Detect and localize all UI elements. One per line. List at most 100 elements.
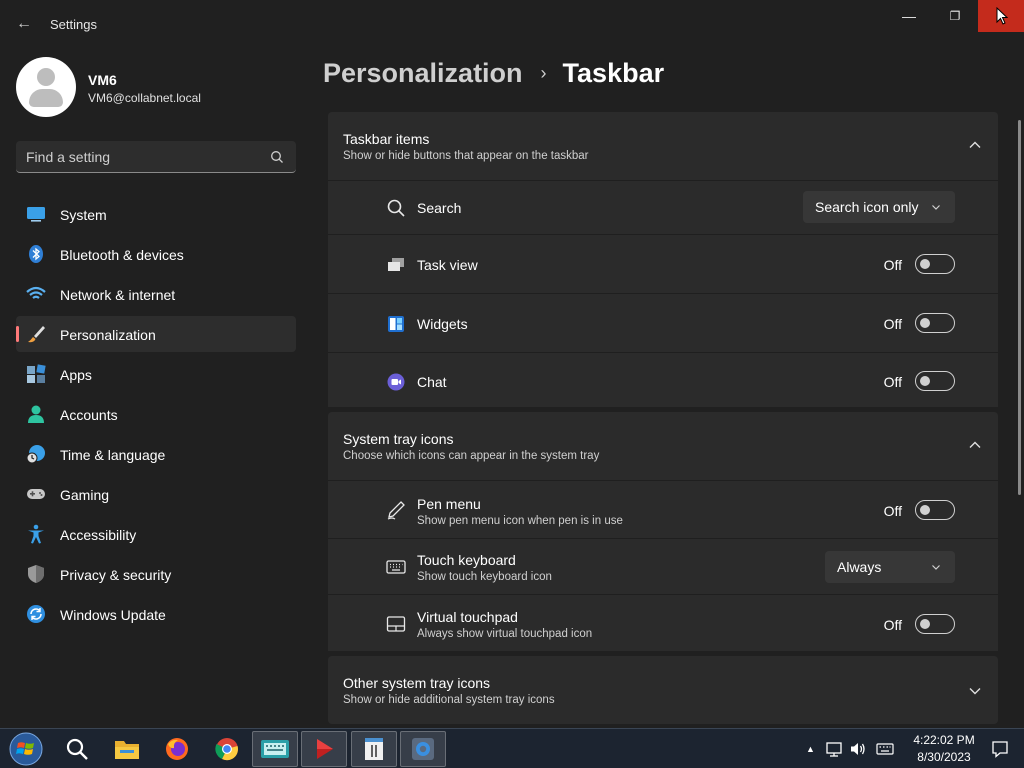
wifi-icon [26, 286, 46, 299]
sidebar-item-label: Windows Update [60, 607, 166, 623]
taskbar-file-explorer[interactable] [104, 731, 150, 767]
other-tray-section[interactable]: Other system tray icons Show or hide add… [328, 656, 998, 724]
taskbar-notepad[interactable] [351, 731, 397, 767]
chevron-up-icon[interactable] [968, 138, 982, 152]
chat-icon [387, 373, 405, 391]
pen-icon [387, 501, 405, 520]
sidebar-item-gaming[interactable]: Gaming [16, 476, 296, 512]
search-mode-dropdown[interactable]: Search icon only [803, 191, 955, 223]
sidebar-item-network[interactable]: Network & internet [16, 276, 296, 312]
volume-icon[interactable] [849, 740, 867, 758]
keyboard-icon [386, 560, 406, 574]
section-subtitle: Show or hide buttons that appear on the … [343, 150, 589, 162]
sidebar-item-label: System [60, 207, 107, 223]
shield-icon [28, 565, 44, 583]
sidebar-item-label: Time & language [60, 447, 166, 463]
touch-keyboard-dropdown[interactable]: Always [825, 551, 955, 583]
mouse-cursor-icon [996, 7, 1008, 25]
section-subtitle: Choose which icons can appear in the sys… [343, 450, 600, 462]
search-input[interactable] [26, 141, 266, 172]
system-tray: ▲ [806, 729, 894, 768]
widgets-row: Widgets Off [328, 293, 998, 352]
search-icon [387, 199, 405, 217]
maximize-button[interactable]: ❐ [932, 0, 978, 32]
chat-toggle[interactable] [915, 371, 955, 391]
pen-menu-description: Show pen menu icon when pen is in use [417, 515, 623, 527]
task-view-label: Task view [417, 257, 478, 273]
start-button[interactable] [3, 731, 49, 767]
back-button[interactable]: ← [10, 12, 38, 36]
title-bar: ← Settings — ❐ [0, 0, 1024, 48]
taskbar-chrome[interactable] [204, 731, 250, 767]
chevron-up-icon[interactable] [968, 438, 982, 452]
brush-icon [28, 326, 45, 343]
app-title: Settings [50, 17, 97, 32]
chevron-down-icon[interactable] [968, 684, 982, 698]
taskbar-firefox[interactable] [154, 731, 200, 767]
sidebar-item-time-language[interactable]: Time & language [16, 436, 296, 472]
taskbar-search-button[interactable] [54, 731, 100, 767]
sidebar-item-windows-update[interactable]: Windows Update [16, 596, 296, 632]
accessibility-icon [28, 524, 44, 544]
pen-menu-label: Pen menu [417, 496, 481, 512]
widgets-icon [388, 316, 404, 332]
search-icon [66, 738, 88, 760]
chevron-down-icon [932, 205, 940, 210]
system-tray-header[interactable]: System tray icons Choose which icons can… [328, 412, 998, 480]
file-explorer-icon [115, 741, 139, 759]
other-tray-header[interactable]: Other system tray icons Show or hide add… [328, 656, 998, 724]
minimize-button[interactable]: — [886, 0, 932, 32]
virtual-touchpad-toggle[interactable] [915, 614, 955, 634]
dropdown-value: Search icon only [815, 199, 919, 215]
sidebar-item-bluetooth[interactable]: Bluetooth & devices [16, 236, 296, 272]
user-name: VM6 [88, 72, 117, 88]
notification-icon [992, 741, 1008, 758]
globe-clock-icon [26, 445, 45, 464]
action-center-flag-icon[interactable] [825, 740, 843, 758]
taskbar-settings[interactable] [400, 731, 446, 767]
notifications-button[interactable] [990, 729, 1010, 768]
back-arrow-icon: ← [16, 15, 32, 32]
task-view-state: Off [883, 257, 902, 273]
sidebar-item-label: Personalization [60, 327, 156, 343]
clock-date: 8/30/2023 [917, 750, 971, 764]
scrollbar[interactable] [1018, 120, 1021, 495]
task-view-row: Task view Off [328, 234, 998, 293]
sidebar-item-accessibility[interactable]: Accessibility [16, 516, 296, 552]
avatar [16, 57, 76, 117]
chat-label: Chat [417, 374, 447, 390]
sidebar-item-label: Network & internet [60, 287, 176, 303]
search-icon[interactable] [270, 150, 284, 164]
taskbar-items-section: Taskbar items Show or hide buttons that … [328, 112, 998, 407]
sidebar-item-apps[interactable]: Apps [16, 356, 296, 392]
chevron-down-icon [932, 565, 940, 570]
show-hidden-icons-icon[interactable]: ▲ [806, 744, 815, 754]
sidebar-item-system[interactable]: System [16, 196, 296, 232]
sidebar-item-accounts[interactable]: Accounts [16, 396, 296, 432]
page-title: Taskbar [562, 58, 665, 88]
virtual-touchpad-state: Off [883, 617, 902, 633]
os-taskbar: ▲ 4:22:02 PM 8/30/2023 [0, 728, 1024, 768]
breadcrumb: Personalization › Taskbar [323, 58, 664, 89]
media-player-icon [317, 739, 333, 759]
task-view-toggle[interactable] [915, 254, 955, 274]
keyboard-icon[interactable] [876, 740, 894, 758]
pen-menu-toggle[interactable] [915, 500, 955, 520]
section-title: Other system tray icons [343, 675, 491, 691]
breadcrumb-parent[interactable]: Personalization [323, 58, 523, 89]
sidebar-item-privacy[interactable]: Privacy & security [16, 556, 296, 592]
taskbar-items-header[interactable]: Taskbar items Show or hide buttons that … [328, 112, 998, 180]
section-title: Taskbar items [343, 131, 430, 147]
firefox-icon [166, 738, 188, 760]
close-button[interactable] [978, 0, 1024, 32]
taskbar-keyboard-app[interactable] [252, 731, 298, 767]
user-profile[interactable]: VM6 VM6@collabnet.local [16, 57, 296, 117]
taskbar-media-player[interactable] [301, 731, 347, 767]
widgets-toggle[interactable] [915, 313, 955, 333]
search-row: Search Search icon only [328, 180, 998, 234]
sync-icon [27, 605, 45, 623]
taskbar-clock[interactable]: 4:22:02 PM 8/30/2023 [908, 732, 980, 766]
monitor-icon [27, 207, 45, 222]
touchpad-icon [386, 616, 406, 632]
sidebar-item-personalization[interactable]: Personalization [16, 316, 296, 352]
